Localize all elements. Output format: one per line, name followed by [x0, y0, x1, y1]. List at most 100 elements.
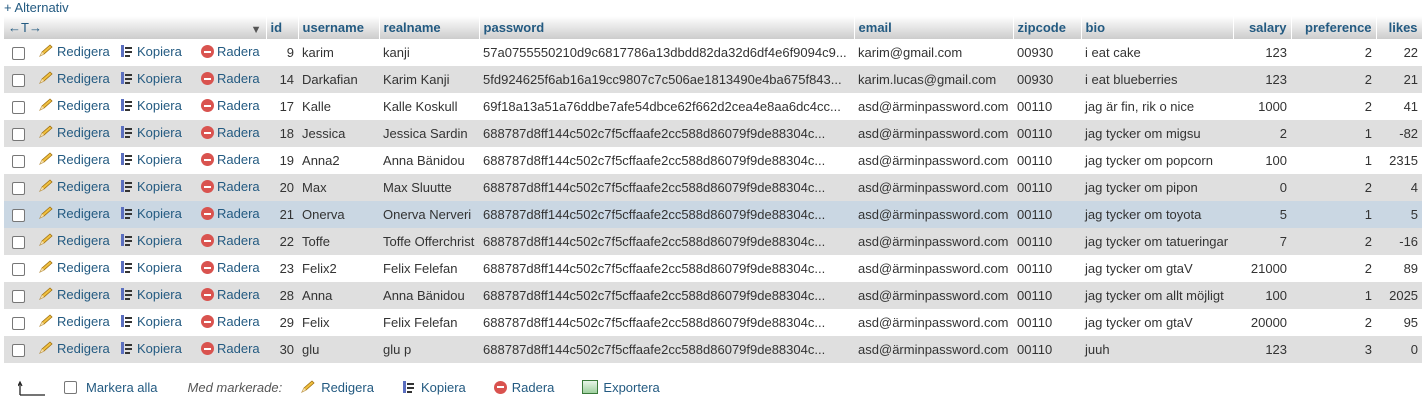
cell-id[interactable]: 17 — [266, 93, 299, 120]
cell-realname[interactable]: Anna Bänidou — [379, 282, 480, 309]
cell-preference[interactable]: 2 — [1291, 228, 1377, 255]
table-row[interactable]: Redigera Kopiera Radera 21 Onerva Onerva Nerv… — [4, 201, 1423, 228]
cell-realname[interactable]: Max Sluutte — [379, 174, 480, 201]
row-checkbox-cell[interactable] — [4, 120, 34, 147]
bulk-edit-button[interactable]: Redigera — [300, 380, 374, 395]
edit-label[interactable]: Redigera — [57, 206, 110, 221]
delete-label[interactable]: Radera — [217, 71, 260, 86]
edit-label[interactable]: Redigera — [57, 341, 110, 356]
row-checkbox[interactable] — [12, 74, 25, 88]
row-checkbox[interactable] — [12, 101, 25, 115]
delete-cell[interactable]: Radera — [197, 282, 267, 309]
delete-label[interactable]: Radera — [217, 179, 260, 194]
cell-preference[interactable]: 2 — [1291, 309, 1377, 336]
delete-label[interactable]: Radera — [217, 125, 260, 140]
cell-password[interactable]: 688787d8ff144c502c7f5cffaafe2cc588d86079… — [479, 336, 855, 363]
cell-bio[interactable]: jag tycker om tatueringar — [1081, 228, 1234, 255]
cell-realname[interactable]: Kalle Koskull — [379, 93, 480, 120]
copy-label[interactable]: Kopiera — [137, 71, 182, 86]
column-header-zipcode[interactable]: zipcode — [1013, 16, 1082, 39]
table-row[interactable]: Redigera Kopiera Radera 17 Kalle Kalle Koskul… — [4, 93, 1423, 120]
cell-realname[interactable]: Felix Felefan — [379, 309, 480, 336]
copy-cell[interactable]: Kopiera — [116, 120, 197, 147]
copy-cell[interactable]: Kopiera — [116, 93, 197, 120]
table-row[interactable]: Redigera Kopiera Radera 20 Max Max Sluutte 688… — [4, 174, 1423, 201]
delete-row-button[interactable]: Radera — [201, 179, 260, 194]
row-checkbox[interactable] — [12, 236, 25, 250]
copy-cell[interactable]: Kopiera — [116, 228, 197, 255]
edit-cell[interactable]: Redigera — [34, 174, 116, 201]
cell-zipcode[interactable]: 00110 — [1013, 255, 1082, 282]
cell-email[interactable]: asd@ärminpassword.com — [854, 147, 1014, 174]
row-checkbox-cell[interactable] — [4, 255, 34, 282]
cell-likes[interactable]: -16 — [1376, 228, 1423, 255]
cell-likes[interactable]: 21 — [1376, 66, 1423, 93]
edit-label[interactable]: Redigera — [57, 314, 110, 329]
cell-password[interactable]: 69f18a13a51a76ddbe7afe54dbce62f662d2cea4… — [479, 93, 855, 120]
cell-username[interactable]: Anna — [298, 282, 380, 309]
cell-id[interactable]: 20 — [266, 174, 299, 201]
delete-label[interactable]: Radera — [217, 260, 260, 275]
copy-label[interactable]: Kopiera — [137, 287, 182, 302]
column-header-realname[interactable]: realname — [379, 16, 480, 39]
cell-preference[interactable]: 1 — [1291, 120, 1377, 147]
delete-cell[interactable]: Radera — [197, 309, 267, 336]
cell-realname[interactable]: Karim Kanji — [379, 66, 480, 93]
table-row[interactable]: Redigera Kopiera Radera 14 Darkafian Karim Ka… — [4, 66, 1423, 93]
column-header-id[interactable]: id — [266, 16, 299, 39]
cell-preference[interactable]: 1 — [1291, 147, 1377, 174]
edit-cell[interactable]: Redigera — [34, 336, 116, 363]
cell-salary[interactable]: 20000 — [1233, 309, 1292, 336]
cell-password[interactable]: 688787d8ff144c502c7f5cffaafe2cc588d86079… — [479, 147, 855, 174]
delete-cell[interactable]: Radera — [197, 120, 267, 147]
edit-row-button[interactable]: Redigera — [38, 44, 110, 59]
copy-label[interactable]: Kopiera — [137, 314, 182, 329]
bulk-copy-label[interactable]: Kopiera — [421, 380, 466, 395]
cell-email[interactable]: asd@ärminpassword.com — [854, 93, 1014, 120]
cell-bio[interactable]: i eat cake — [1081, 39, 1234, 66]
column-header-likes[interactable]: likes — [1376, 16, 1423, 39]
bulk-delete-label[interactable]: Radera — [512, 380, 555, 395]
copy-cell[interactable]: Kopiera — [116, 66, 197, 93]
cell-username[interactable]: Kalle — [298, 93, 380, 120]
cell-salary[interactable]: 7 — [1233, 228, 1292, 255]
edit-cell[interactable]: Redigera — [34, 147, 116, 174]
delete-label[interactable]: Radera — [217, 44, 260, 59]
copy-label[interactable]: Kopiera — [137, 206, 182, 221]
cell-id[interactable]: 9 — [266, 39, 299, 66]
column-header-preference[interactable]: preference — [1291, 16, 1377, 39]
table-row[interactable]: Redigera Kopiera Radera 23 Felix2 Felix Felef… — [4, 255, 1423, 282]
cell-bio[interactable]: juuh — [1081, 336, 1234, 363]
row-checkbox[interactable] — [12, 47, 25, 61]
edit-row-button[interactable]: Redigera — [38, 179, 110, 194]
cell-preference[interactable]: 1 — [1291, 201, 1377, 228]
table-row[interactable]: Redigera Kopiera Radera 29 Felix Felix Felefa… — [4, 309, 1423, 336]
row-checkbox[interactable] — [12, 128, 25, 142]
column-header-password[interactable]: password — [479, 16, 855, 39]
delete-row-button[interactable]: Radera — [201, 125, 260, 140]
edit-row-button[interactable]: Redigera — [38, 233, 110, 248]
copy-label[interactable]: Kopiera — [137, 98, 182, 113]
table-row[interactable]: Redigera Kopiera Radera 22 Toffe Toffe Offerc… — [4, 228, 1423, 255]
copy-label[interactable]: Kopiera — [137, 341, 182, 356]
cell-likes[interactable]: 41 — [1376, 93, 1423, 120]
delete-label[interactable]: Radera — [217, 206, 260, 221]
edit-row-button[interactable]: Redigera — [38, 260, 110, 275]
cell-salary[interactable]: 0 — [1233, 174, 1292, 201]
row-checkbox[interactable] — [12, 263, 25, 277]
row-checkbox-cell[interactable] — [4, 174, 34, 201]
edit-label[interactable]: Redigera — [57, 152, 110, 167]
row-checkbox-cell[interactable] — [4, 93, 34, 120]
cell-realname[interactable]: Onerva Nerveri — [379, 201, 480, 228]
edit-label[interactable]: Redigera — [57, 287, 110, 302]
copy-cell[interactable]: Kopiera — [116, 174, 197, 201]
edit-cell[interactable]: Redigera — [34, 120, 116, 147]
cell-preference[interactable]: 2 — [1291, 39, 1377, 66]
copy-cell[interactable]: Kopiera — [116, 309, 197, 336]
cell-bio[interactable]: jag tycker om pipon — [1081, 174, 1234, 201]
cell-bio[interactable]: jag tycker om toyota — [1081, 201, 1234, 228]
copy-row-button[interactable]: Kopiera — [120, 341, 182, 356]
edit-row-button[interactable]: Redigera — [38, 98, 110, 113]
cell-preference[interactable]: 2 — [1291, 255, 1377, 282]
delete-row-button[interactable]: Radera — [201, 152, 260, 167]
